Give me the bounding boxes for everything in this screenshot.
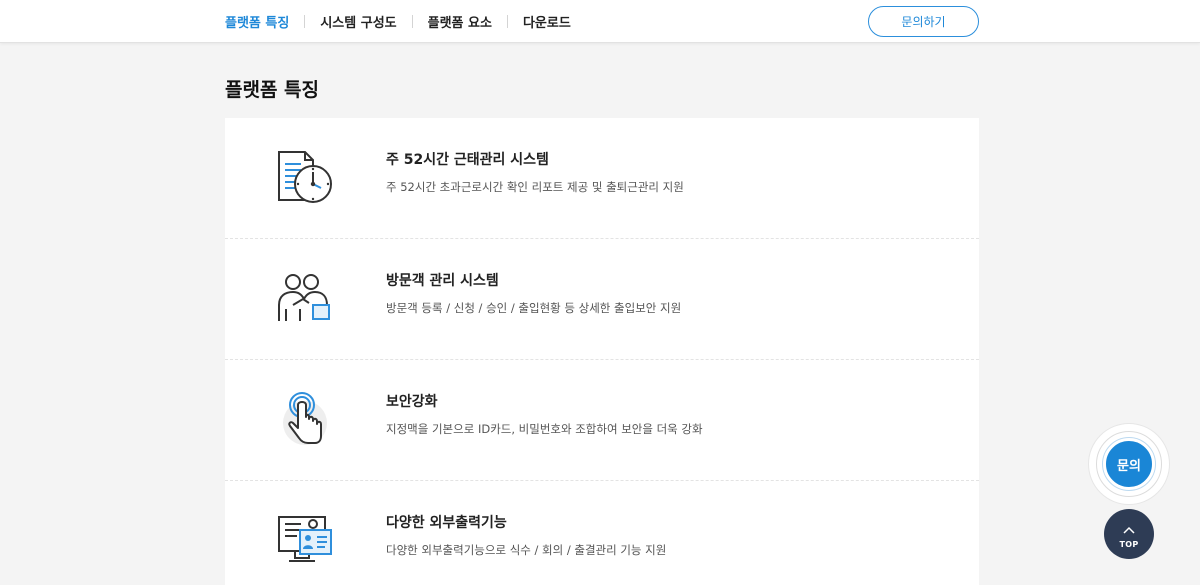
feature-card-security: 보안강화 지정맥을 기본으로 ID카드, 비밀번호와 조합하여 보안을 더욱 강… bbox=[225, 360, 979, 481]
nav-divider bbox=[411, 14, 413, 28]
feature-title: 보안강화 bbox=[386, 394, 438, 410]
page-title: 플랫폼 특징 bbox=[225, 79, 320, 101]
feature-description: 주 52시간 초과근로시간 확인 리포트 제공 및 출퇴근관리 지원 bbox=[386, 180, 684, 194]
visitors-icon bbox=[275, 269, 335, 329]
feature-card-visitors: 방문객 관리 시스템 방문객 등록 / 신청 / 승인 / 출입현황 등 상세한… bbox=[225, 239, 979, 360]
nav-item-system-architecture[interactable]: 시스템 구성도 bbox=[320, 12, 396, 31]
inquiry-ring: 문의 bbox=[1096, 431, 1162, 497]
top-navigation-bar: 플랫폼 특징 시스템 구성도 플랫폼 요소 다운로드 문의하기 bbox=[0, 0, 1200, 43]
document-clock-icon bbox=[275, 148, 335, 208]
monitor-id-card-icon bbox=[275, 511, 335, 571]
feature-description: 다양한 외부출력기능으로 식수 / 회의 / 출결관리 기능 지원 bbox=[386, 543, 667, 557]
nav-item-platform-elements[interactable]: 플랫폼 요소 bbox=[428, 12, 492, 31]
inquiry-label: 문의 bbox=[1103, 438, 1155, 490]
touch-finger-icon bbox=[275, 390, 335, 450]
feature-card-external-output: 다양한 외부출력기능 다양한 외부출력기능으로 식수 / 회의 / 출결관리 기… bbox=[225, 481, 979, 585]
main-nav: 플랫폼 특징 시스템 구성도 플랫폼 요소 다운로드 bbox=[225, 0, 571, 42]
scroll-to-top-button[interactable]: TOP bbox=[1104, 509, 1154, 559]
floating-inquiry-button[interactable]: 문의 bbox=[1088, 423, 1170, 505]
top-label: TOP bbox=[1119, 540, 1139, 549]
feature-list: 주 52시간 근태관리 시스템 주 52시간 초과근로시간 확인 리포트 제공 … bbox=[225, 118, 979, 585]
nav-divider bbox=[506, 14, 508, 28]
nav-divider bbox=[304, 14, 306, 28]
feature-card-attendance: 주 52시간 근태관리 시스템 주 52시간 초과근로시간 확인 리포트 제공 … bbox=[225, 118, 979, 239]
feature-title: 주 52시간 근태관리 시스템 bbox=[386, 152, 549, 168]
feature-description: 지정맥을 기본으로 ID카드, 비밀번호와 조합하여 보안을 더욱 강화 bbox=[386, 422, 703, 436]
nav-item-platform-features[interactable]: 플랫폼 특징 bbox=[225, 12, 289, 31]
nav-item-download[interactable]: 다운로드 bbox=[523, 12, 571, 31]
contact-button[interactable]: 문의하기 bbox=[868, 6, 979, 37]
feature-description: 방문객 등록 / 신청 / 승인 / 출입현황 등 상세한 출입보안 지원 bbox=[386, 301, 682, 315]
chevron-up-icon bbox=[1123, 519, 1135, 538]
feature-title: 방문객 관리 시스템 bbox=[386, 273, 499, 289]
feature-title: 다양한 외부출력기능 bbox=[386, 515, 507, 531]
